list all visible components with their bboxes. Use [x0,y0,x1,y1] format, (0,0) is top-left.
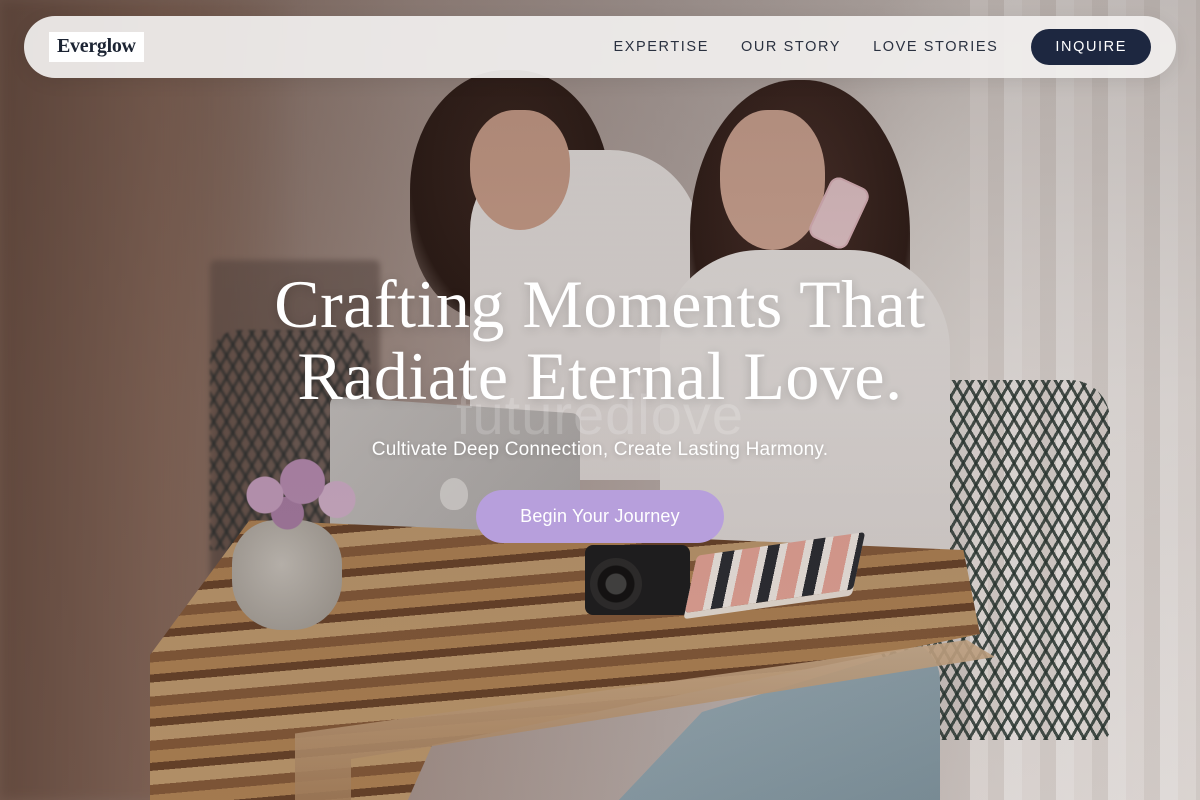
hero-title-line-2: Radiate Eternal Love. [297,338,903,414]
top-navbar: Everglow EXPERTISE OUR STORY LOVE STORIE… [24,16,1176,78]
nav-link-our-story[interactable]: OUR STORY [741,39,841,55]
hero-subtitle: Cultivate Deep Connection, Create Lastin… [371,439,829,460]
hero-title: Crafting Moments That Radiate Eternal Lo… [0,268,1200,412]
nav-link-expertise[interactable]: EXPERTISE [613,39,709,55]
begin-journey-button[interactable]: Begin Your Journey [476,490,724,543]
nav-link-love-stories[interactable]: LOVE STORIES [873,39,998,55]
nav-menu: EXPERTISE OUR STORY LOVE STORIES INQUIRE [613,29,1151,65]
inquire-button[interactable]: INQUIRE [1031,29,1151,65]
brand-logo[interactable]: Everglow [49,32,144,62]
hero-title-line-1: Crafting Moments That [274,266,926,342]
hero-section: Crafting Moments That Radiate Eternal Lo… [0,268,1200,543]
